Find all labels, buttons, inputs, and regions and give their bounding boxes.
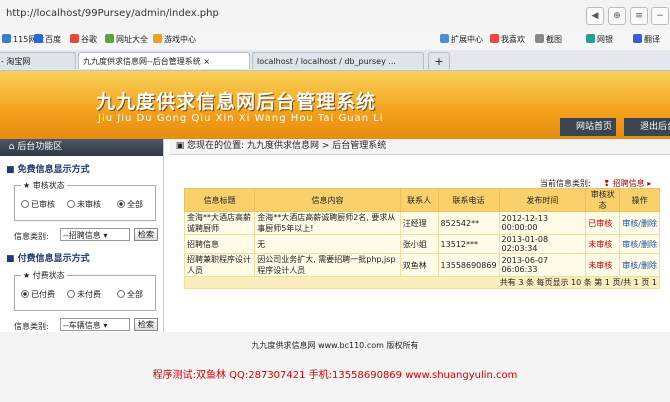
radio-paid[interactable]: 已付费 <box>21 289 55 300</box>
paid-category-select[interactable]: --车辆信息 ▾ <box>60 318 130 331</box>
sidebar: ⌂ 后台功能区 ■ 免费信息显示方式 ★ 审核状态 已审核 未审核 全部 信息类… <box>0 139 164 332</box>
url-field[interactable]: http://localhost/99Pursey/admin/index.ph… <box>6 8 219 19</box>
radio-all[interactable]: 全部 <box>117 199 143 210</box>
bookmark-extensions[interactable]: 扩展中心 <box>440 34 483 45</box>
audit-delete-link[interactable]: 审核/删除 <box>619 253 660 277</box>
pay-status-group: ★ 付费状态 已付费 未付费 全部 <box>14 270 156 311</box>
bookmark-like[interactable]: 我喜欢 <box>490 34 525 45</box>
sidebar-header: ⌂ 后台功能区 <box>0 139 163 156</box>
free-section-title: ■ 免费信息显示方式 <box>6 165 90 175</box>
pager-row: 共有 3 条 每页显示 10 条 第 1 页/共 1 页 1 <box>184 276 660 289</box>
paid-search-button[interactable]: 检索 <box>134 318 158 331</box>
bookmark-translate[interactable]: 翻译 <box>633 34 660 45</box>
banner-title: 九九度供求信息网后台管理系统 <box>96 91 377 113</box>
bookmark-google[interactable]: 谷歌 <box>70 34 97 45</box>
square-icon: ■ <box>6 165 15 175</box>
bookmarks-bar: 115网盘 百度 谷歌 网址大全 游戏中心 扩展中心 我喜欢 截图 网银 翻译 <box>0 31 670 51</box>
heart-icon <box>490 34 499 43</box>
table-row: 金海**大酒店高薪诚聘厨师 金海**大酒店高薪诚聘厨师2名, 要求从事厨师5年以… <box>183 211 660 235</box>
new-tab-button[interactable]: + <box>428 52 450 69</box>
category-select[interactable]: --招聘信息 ▾ <box>60 228 130 241</box>
footer: 九九度供求信息网 www.bc110.com 版权所有 程序测试:双鱼林 QQ:… <box>0 332 670 402</box>
location-icon: ▣ <box>175 141 185 151</box>
bookmark-games[interactable]: 游戏中心 <box>153 34 196 45</box>
close-icon[interactable]: × <box>203 57 210 66</box>
audit-delete-link[interactable]: 审核/删除 <box>619 211 660 235</box>
scissors-icon <box>535 34 544 43</box>
minimize-icon[interactable]: − <box>651 7 669 25</box>
shield-icon[interactable]: ⊕ <box>608 7 626 25</box>
globe-icon <box>105 34 114 43</box>
current-category-value: ❢ 招聘信息 ▸ <box>593 179 652 188</box>
table-header: 信息标题 信息内容 联系人 联系电话 发布时间 审核状态 操作 <box>183 188 660 212</box>
radio-audited[interactable]: 已审核 <box>21 199 55 210</box>
banner-pinyin: Jiu Jiu Du Gong Qiu Xin Xi Wang Hou Tai … <box>98 113 384 124</box>
audit-status-group: ★ 审核状态 已审核 未审核 全部 <box>14 180 156 221</box>
info-table: 信息标题 信息内容 联系人 联系电话 发布时间 审核状态 操作 金海**大酒店高… <box>183 188 660 289</box>
breadcrumb: ▣ 您现在的位置: 九九度供求信息网 > 后台管理系统 <box>170 139 670 155</box>
table-row: 招聘信息 无 张小姐 13512*** 2013-01-08 02:03:34 … <box>183 234 660 254</box>
bookmark-screenshot[interactable]: 截图 <box>535 34 562 45</box>
status-badge: 未审核 <box>585 253 621 277</box>
logout-button[interactable]: 退出后台 <box>624 118 670 136</box>
pager[interactable]: 共有 3 条 每页显示 10 条 第 1 页/共 1 页 1 <box>184 276 660 289</box>
bookmark-baidu[interactable]: 百度 <box>34 34 61 45</box>
site-banner: 九九度供求信息网后台管理系统 Jiu Jiu Du Gong Qiu Xin X… <box>0 71 670 139</box>
search-button[interactable]: 检索 <box>134 228 158 241</box>
google-icon <box>70 34 79 43</box>
tab-admin[interactable]: 九九度供求信息网--后台管理系统 × <box>78 52 250 69</box>
puzzle-icon <box>440 34 449 43</box>
bookmark-bank[interactable]: 网银 <box>586 34 613 45</box>
tab-phpmyadmin[interactable]: localhost / localhost / db_pursey ... <box>252 52 424 69</box>
translate-icon <box>633 34 642 43</box>
tab-strip: - 淘宝网 九九度供求信息网--后台管理系统 × localhost / loc… <box>0 50 670 71</box>
table-row: 招聘兼职程序设计人员 因公司业务扩大, 需要招聘一批php,jsp程序设计人员 … <box>183 253 660 277</box>
audit-delete-link[interactable]: 审核/删除 <box>619 234 660 254</box>
radio-unaudited[interactable]: 未审核 <box>67 199 101 210</box>
footer-contact: 程序测试:双鱼林 QQ:287307421 手机:13558690869 www… <box>152 370 518 381</box>
home-icon: ⌂ <box>8 142 15 152</box>
status-badge: 未审核 <box>585 234 621 254</box>
bank-icon <box>586 34 595 43</box>
square-icon: ■ <box>6 254 15 264</box>
radio-paid-all[interactable]: 全部 <box>117 289 143 300</box>
radio-unpaid[interactable]: 未付费 <box>67 289 101 300</box>
folder-icon <box>2 34 11 43</box>
gamepad-icon <box>153 34 162 43</box>
category-label: 信息类别: <box>14 232 49 241</box>
status-badge: 已审核 <box>585 211 621 235</box>
footer-copyright: 九九度供求信息网 www.bc110.com 版权所有 <box>251 341 419 350</box>
home-button[interactable]: 网站首页 <box>560 118 617 136</box>
back-icon[interactable]: ◀ <box>586 7 604 25</box>
paid-category-label: 信息类别: <box>14 322 49 331</box>
bookmark-sites[interactable]: 网址大全 <box>105 34 148 45</box>
tab-taobao[interactable]: - 淘宝网 <box>0 52 76 69</box>
address-bar: http://localhost/99Pursey/admin/index.ph… <box>0 0 670 32</box>
paid-section-title: ■ 付费信息显示方式 <box>6 254 90 264</box>
menu-icon[interactable]: ≡ <box>630 7 648 25</box>
paw-icon <box>34 34 43 43</box>
